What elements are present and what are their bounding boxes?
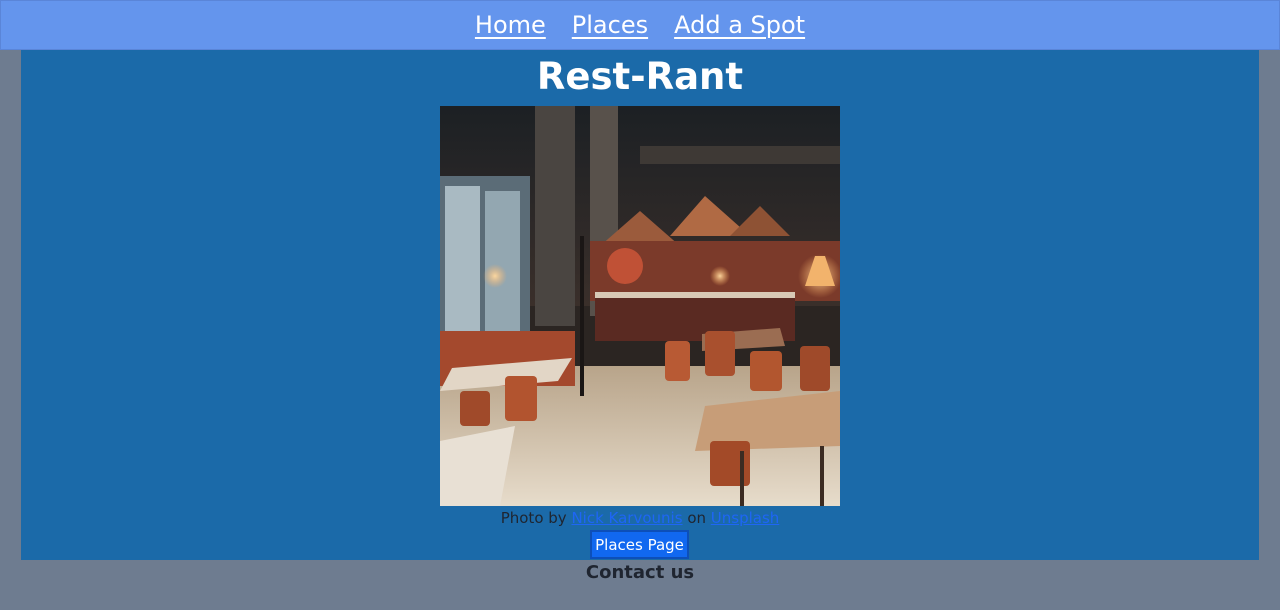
main-content: Rest-Rant Photo by Nick Karvounis on Uns… xyxy=(21,50,1259,560)
credit-author-link[interactable]: Nick Karvounis xyxy=(571,509,682,527)
credit-prefix: Photo by xyxy=(500,509,567,527)
photo-credit: Photo by Nick Karvounis on Unsplash xyxy=(21,508,1259,528)
places-page-button[interactable]: Places Page xyxy=(590,530,689,559)
nav-link-places[interactable]: Places xyxy=(572,11,648,39)
credit-middle: on xyxy=(687,509,706,527)
contact-us-heading: Contact us xyxy=(585,562,695,583)
restaurant-photo xyxy=(440,106,840,506)
page-title: Rest-Rant xyxy=(536,55,744,98)
restaurant-interior-image xyxy=(440,106,840,506)
nav-link-home[interactable]: Home xyxy=(475,11,546,39)
credit-source-link[interactable]: Unsplash xyxy=(711,509,780,527)
top-nav: Home Places Add a Spot xyxy=(0,0,1280,50)
nav-link-add-spot[interactable]: Add a Spot xyxy=(674,11,805,39)
